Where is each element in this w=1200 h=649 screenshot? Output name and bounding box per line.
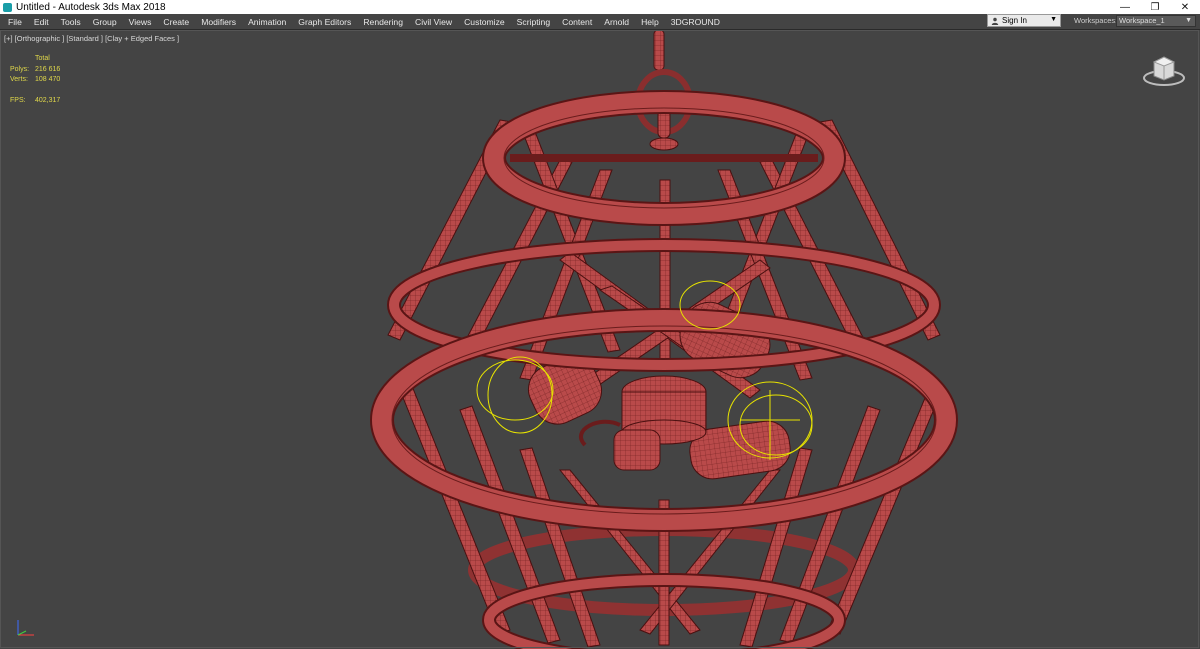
user-icon: [991, 17, 999, 25]
verts-value: 108 470: [35, 76, 61, 83]
chevron-down-icon: ▼: [1185, 17, 1192, 24]
workspace-value: Workspace_1: [1119, 16, 1165, 25]
stats-total-header: Total: [35, 55, 50, 62]
viewport-orthographic[interactable]: [0, 30, 1200, 649]
menu-help[interactable]: Help: [635, 17, 665, 27]
menu-3dground[interactable]: 3DGROUND: [665, 17, 726, 27]
menu-scripting[interactable]: Scripting: [511, 17, 556, 27]
menu-arnold[interactable]: Arnold: [598, 17, 635, 27]
restore-button[interactable]: ❐: [1140, 0, 1170, 14]
verts-label: Verts:: [10, 76, 28, 83]
window-title: Untitled - Autodesk 3ds Max 2018: [16, 1, 166, 13]
viewport-stats: Total Polys: 216 616 Verts: 108 470 FPS:…: [10, 54, 60, 106]
stats-fps: FPS: 402,317: [10, 96, 60, 107]
fps-label: FPS:: [10, 96, 26, 104]
sign-in-dropdown[interactable]: Sign In ▼: [987, 14, 1061, 27]
stats-polys: Polys: 216 616: [10, 65, 60, 76]
polys-label: Polys:: [10, 65, 30, 73]
menu-tools[interactable]: Tools: [55, 17, 87, 27]
window-controls: — ❐ ✕: [1110, 0, 1200, 14]
viewcube-icon[interactable]: [1142, 48, 1186, 88]
polys-value: 216 616: [35, 65, 61, 73]
workspace-select[interactable]: Workspace_1 ▼: [1116, 15, 1196, 27]
viewport-label[interactable]: [+] [Orthographic ] [Standard ] [Clay + …: [4, 34, 179, 43]
chevron-down-icon: ▼: [1050, 16, 1057, 23]
menu-edit[interactable]: Edit: [28, 17, 55, 27]
stats-verts: Verts: 108 470: [10, 75, 60, 86]
menu-views[interactable]: Views: [123, 17, 158, 27]
fps-value: 402,317: [35, 96, 61, 104]
workspaces-label: Workspaces:: [1074, 16, 1118, 25]
menu-modifiers[interactable]: Modifiers: [195, 17, 242, 27]
chandelier-model[interactable]: [0, 30, 1200, 649]
menu-civil-view[interactable]: Civil View: [409, 17, 458, 27]
title-bar: Untitled - Autodesk 3ds Max 2018 — ❐ ✕: [0, 0, 1200, 14]
minimize-button[interactable]: —: [1110, 0, 1140, 14]
sign-in-label: Sign In: [1002, 16, 1027, 25]
menu-graph-editors[interactable]: Graph Editors: [292, 17, 357, 27]
app-logo-icon: [3, 2, 12, 12]
menu-animation[interactable]: Animation: [242, 17, 292, 27]
menu-content[interactable]: Content: [556, 17, 598, 27]
close-button[interactable]: ✕: [1170, 0, 1200, 14]
menu-file[interactable]: File: [2, 17, 28, 27]
axis-tripod-icon: [17, 620, 34, 636]
menu-create[interactable]: Create: [157, 17, 195, 27]
menu-group[interactable]: Group: [87, 17, 123, 27]
menu-rendering[interactable]: Rendering: [357, 17, 409, 27]
menu-customize[interactable]: Customize: [458, 17, 511, 27]
